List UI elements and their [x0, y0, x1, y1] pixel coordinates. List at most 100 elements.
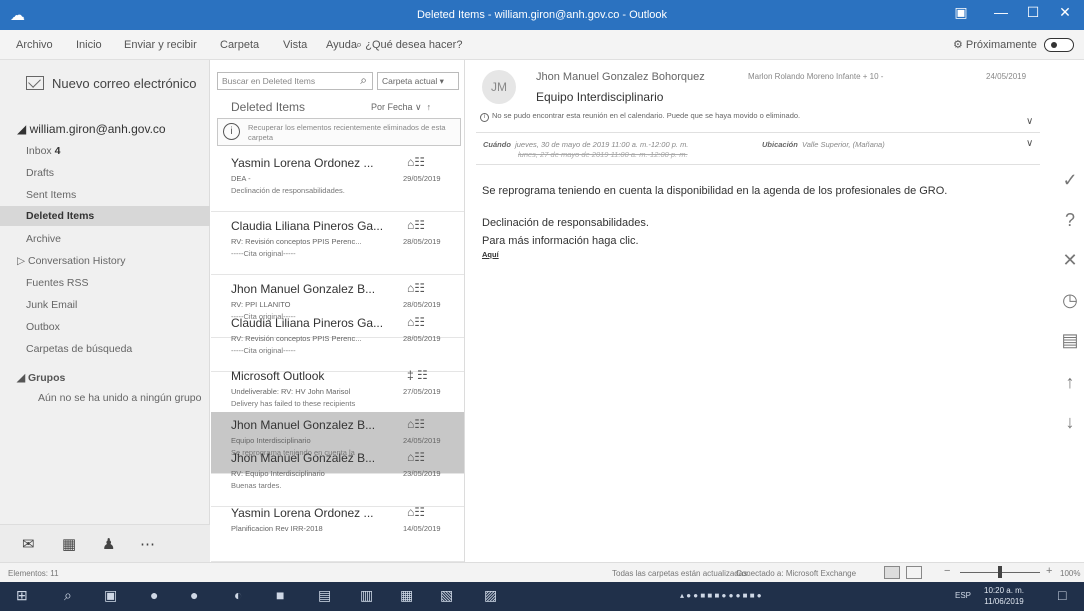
list-item[interactable]: Yasmin Lorena Ordonez ... ⌂☷ Planificaci… — [211, 500, 464, 562]
menu-bar: Archivo Inicio Enviar y recibir Carpeta … — [0, 30, 1084, 60]
app-icon[interactable]: ◐ — [234, 587, 242, 603]
close-icon[interactable]: ✕ — [1050, 4, 1080, 21]
zoom-slider-thumb[interactable] — [998, 566, 1002, 578]
word-icon[interactable]: ▦ — [400, 587, 413, 604]
list-header: Deleted Items — [231, 100, 306, 114]
info-icon: i — [223, 123, 240, 140]
language-indicator[interactable]: ESP — [955, 591, 971, 600]
message-preview: Declinación de responsabilidades. — [231, 186, 345, 195]
folder-archive[interactable]: Archive — [26, 233, 61, 245]
meeting-when: Cuándo jueves, 30 de mayo de 2019 11:00 … — [483, 140, 688, 149]
taskbar-clock[interactable]: 10:20 a. m. 11/06/2019 — [984, 585, 1024, 607]
menu-vista[interactable]: Vista — [283, 39, 307, 51]
tray-icons[interactable]: ▴ ● ● ■ ■ ■ ● ● ● ■ ■ ● — [680, 591, 762, 600]
propose-time-clock-icon[interactable]: ◷ — [1060, 290, 1080, 311]
calendar-icon[interactable]: ▤ — [1060, 330, 1080, 351]
folder-junk[interactable]: Junk Email — [26, 299, 77, 311]
message-subject: Undeliverable: RV: HV John Marisol — [231, 387, 351, 396]
meeting-icon: ⌂☷ — [407, 155, 426, 169]
pdf-icon[interactable]: ▨ — [484, 587, 497, 604]
meeting-icon: ⌂☷ — [407, 417, 426, 431]
reading-recipients[interactable]: Marlon Rolando Moreno Infante + 10 - — [748, 72, 883, 81]
mail-icon[interactable]: ✉ — [22, 535, 35, 553]
list-item[interactable]: Yasmin Lorena Ordonez ... ⌂☷ DEA - 29/05… — [211, 150, 464, 212]
zoom-in-button[interactable]: + — [1046, 565, 1052, 577]
new-mail-button[interactable]: Nuevo correo electrónico — [26, 76, 197, 91]
message-preview: Buenas tardes. — [231, 481, 282, 490]
body-link[interactable]: Aquí — [482, 250, 499, 259]
title-bar: ☁ Deleted Items - william.giron@anh.gov.… — [0, 0, 1084, 30]
app-icon[interactable]: ● — [150, 587, 158, 603]
scope-label: Carpeta actual — [382, 76, 438, 86]
people-icon[interactable]: ♟ — [102, 535, 115, 553]
folder-outbox[interactable]: Outbox — [26, 321, 60, 333]
search-input[interactable]: Buscar en Deleted Items ⌕ — [217, 72, 373, 90]
message-date: 14/05/2019 — [403, 524, 441, 533]
app-icon[interactable]: ● — [190, 587, 198, 603]
file-explorer-icon[interactable]: ▤ — [318, 587, 331, 604]
tell-me-box[interactable]: ⌕ ¿Qué desea hacer? — [356, 39, 462, 52]
notifications-icon[interactable]: □ — [1058, 587, 1066, 603]
list-item[interactable]: Claudia Liliana Pineros Ga... ⌂☷ RV: Rev… — [211, 213, 464, 275]
app-icon[interactable]: ■ — [276, 587, 284, 603]
module-nav: ✉ ▦ ♟ ⋯ — [0, 524, 210, 562]
chevron-down-icon[interactable]: ∨ — [1026, 138, 1033, 149]
folder-deleted[interactable]: Deleted Items — [0, 206, 210, 226]
minimize-icon[interactable]: — — [986, 4, 1016, 20]
menu-ayuda[interactable]: Ayuda — [326, 39, 357, 51]
list-item[interactable]: Jhon Manuel Gonzalez B... ⌂☷ RV: Equipo … — [211, 445, 464, 507]
tentative-question-icon[interactable]: ? — [1060, 210, 1080, 231]
message-subject: Planificacion Rev IRR-2018 — [231, 524, 323, 533]
meeting-icon: ⌂☷ — [407, 450, 426, 464]
folder-rss[interactable]: Fuentes RSS — [26, 277, 88, 289]
new-mail-label: Nuevo correo electrónico — [52, 76, 197, 91]
folder-inbox[interactable]: Inbox 4 — [26, 145, 60, 157]
up-arrow-icon[interactable]: ↑ — [1060, 372, 1080, 393]
reading-subject: Equipo Interdisciplinario — [536, 90, 664, 104]
menu-carpeta[interactable]: Carpeta — [220, 39, 259, 51]
coming-soon-toggle[interactable] — [1044, 38, 1074, 52]
restore-icon[interactable]: ▣ — [946, 4, 976, 21]
folder-label: Inbox — [26, 145, 52, 157]
message-sender: Claudia Liliana Pineros Ga... — [231, 316, 384, 330]
message-subject: RV: PPI LLANITO — [231, 300, 291, 309]
normal-view-button[interactable] — [884, 566, 900, 579]
account-node[interactable]: ◢ william.giron@anh.gov.co — [17, 122, 166, 136]
message-date: 28/05/2019 — [403, 300, 441, 309]
search-icon[interactable]: ⌕ — [64, 587, 72, 604]
down-arrow-icon[interactable]: ↓ — [1060, 412, 1080, 433]
recover-banner[interactable]: i Recuperar los elementos recientemente … — [217, 118, 461, 146]
chevron-down-icon[interactable]: ∨ — [1026, 116, 1033, 127]
menu-inicio[interactable]: Inicio — [76, 39, 102, 51]
avatar[interactable]: JM — [482, 70, 516, 104]
windows-start-icon[interactable]: ⊞ — [16, 587, 28, 604]
search-scope-dropdown[interactable]: Carpeta actual ▾ — [377, 72, 459, 90]
sort-button[interactable]: Por Fecha ∨ ↑ — [371, 102, 431, 113]
toggle-knob — [1051, 42, 1057, 48]
decline-x-icon[interactable]: ✕ — [1060, 250, 1080, 271]
menu-archivo[interactable]: Archivo — [16, 39, 53, 51]
folder-conversation-history[interactable]: ▷ Conversation History — [17, 255, 125, 267]
outlook-taskbar-icon[interactable]: ▧ — [440, 587, 453, 604]
reading-view-button[interactable] — [906, 566, 922, 579]
more-icon[interactable]: ⋯ — [140, 535, 155, 553]
folder-search[interactable]: Carpetas de búsqueda — [26, 343, 132, 355]
zoom-out-button[interactable]: − — [944, 565, 950, 577]
meeting-icon: ⌂☷ — [407, 218, 426, 232]
folder-drafts[interactable]: Drafts — [26, 167, 54, 179]
calendar-icon[interactable]: ▦ — [62, 535, 76, 553]
task-view-icon[interactable]: ▣ — [104, 587, 117, 604]
excel-icon[interactable]: ▥ — [360, 587, 373, 604]
maximize-icon[interactable]: ☐ — [1018, 4, 1048, 21]
reading-sender[interactable]: Jhon Manuel Gonzalez Bohorquez — [536, 71, 705, 83]
groups-node[interactable]: ◢ Grupos — [17, 372, 65, 384]
message-subject: DEA - — [231, 174, 251, 183]
message-sender: Jhon Manuel Gonzalez B... — [231, 418, 376, 432]
message-date: 28/05/2019 — [403, 237, 441, 246]
recover-text[interactable]: Recuperar los elementos recientemente el… — [248, 123, 460, 143]
divider — [476, 164, 1040, 165]
menu-enviar-recibir[interactable]: Enviar y recibir — [124, 39, 197, 51]
accept-check-icon[interactable]: ✓ — [1060, 170, 1080, 191]
search-icon[interactable]: ⌕ — [360, 73, 367, 88]
folder-sent[interactable]: Sent Items — [26, 189, 76, 201]
